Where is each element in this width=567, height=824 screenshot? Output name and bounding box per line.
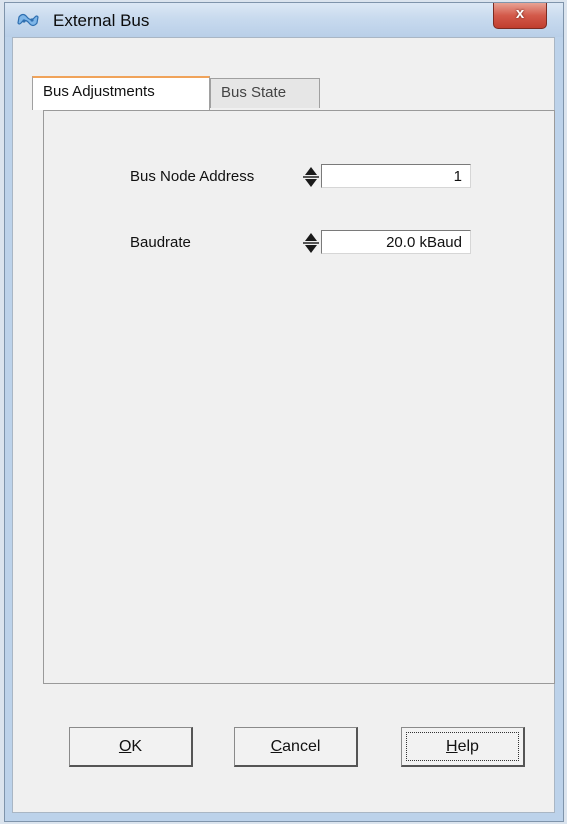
spin-arrows-icon[interactable] <box>303 166 319 188</box>
ok-mnemonic: O <box>118 738 132 755</box>
help-button[interactable]: Help <box>401 727 525 767</box>
bus-node-address-label: Bus Node Address <box>130 168 255 185</box>
tab-label: Bus State <box>221 84 287 101</box>
cancel-mnemonic: C <box>270 738 283 755</box>
baudrate-label: Baudrate <box>130 234 191 251</box>
close-icon: x <box>515 5 525 22</box>
cancel-label-rest: ancel <box>282 738 321 755</box>
window-title: External Bus <box>53 11 150 30</box>
app-logo-icon <box>17 13 39 27</box>
tab-bus-state[interactable]: Bus State <box>210 78 320 108</box>
bus-node-address-field[interactable]: 1 <box>321 164 471 188</box>
baudrate-field[interactable]: 20.0 kBaud <box>321 230 471 254</box>
title-bar[interactable]: External Bus x <box>5 3 563 37</box>
focus-rectangle <box>406 732 519 761</box>
cancel-button[interactable]: Cancel <box>234 727 358 767</box>
close-button[interactable]: x <box>493 3 547 29</box>
spin-arrows-icon[interactable] <box>303 232 319 254</box>
tab-label: Bus Adjustments <box>43 83 155 100</box>
tab-bus-adjustments[interactable]: Bus Adjustments <box>32 76 210 110</box>
dialog-window: External Bus x Bus Adjustments Bus State… <box>4 2 564 822</box>
tab-panel-bus-adjustments <box>43 110 555 684</box>
client-area: Bus Adjustments Bus State Bus Node Addre… <box>12 37 555 813</box>
ok-button[interactable]: OK <box>69 727 193 767</box>
ok-label-rest: K <box>131 738 143 755</box>
